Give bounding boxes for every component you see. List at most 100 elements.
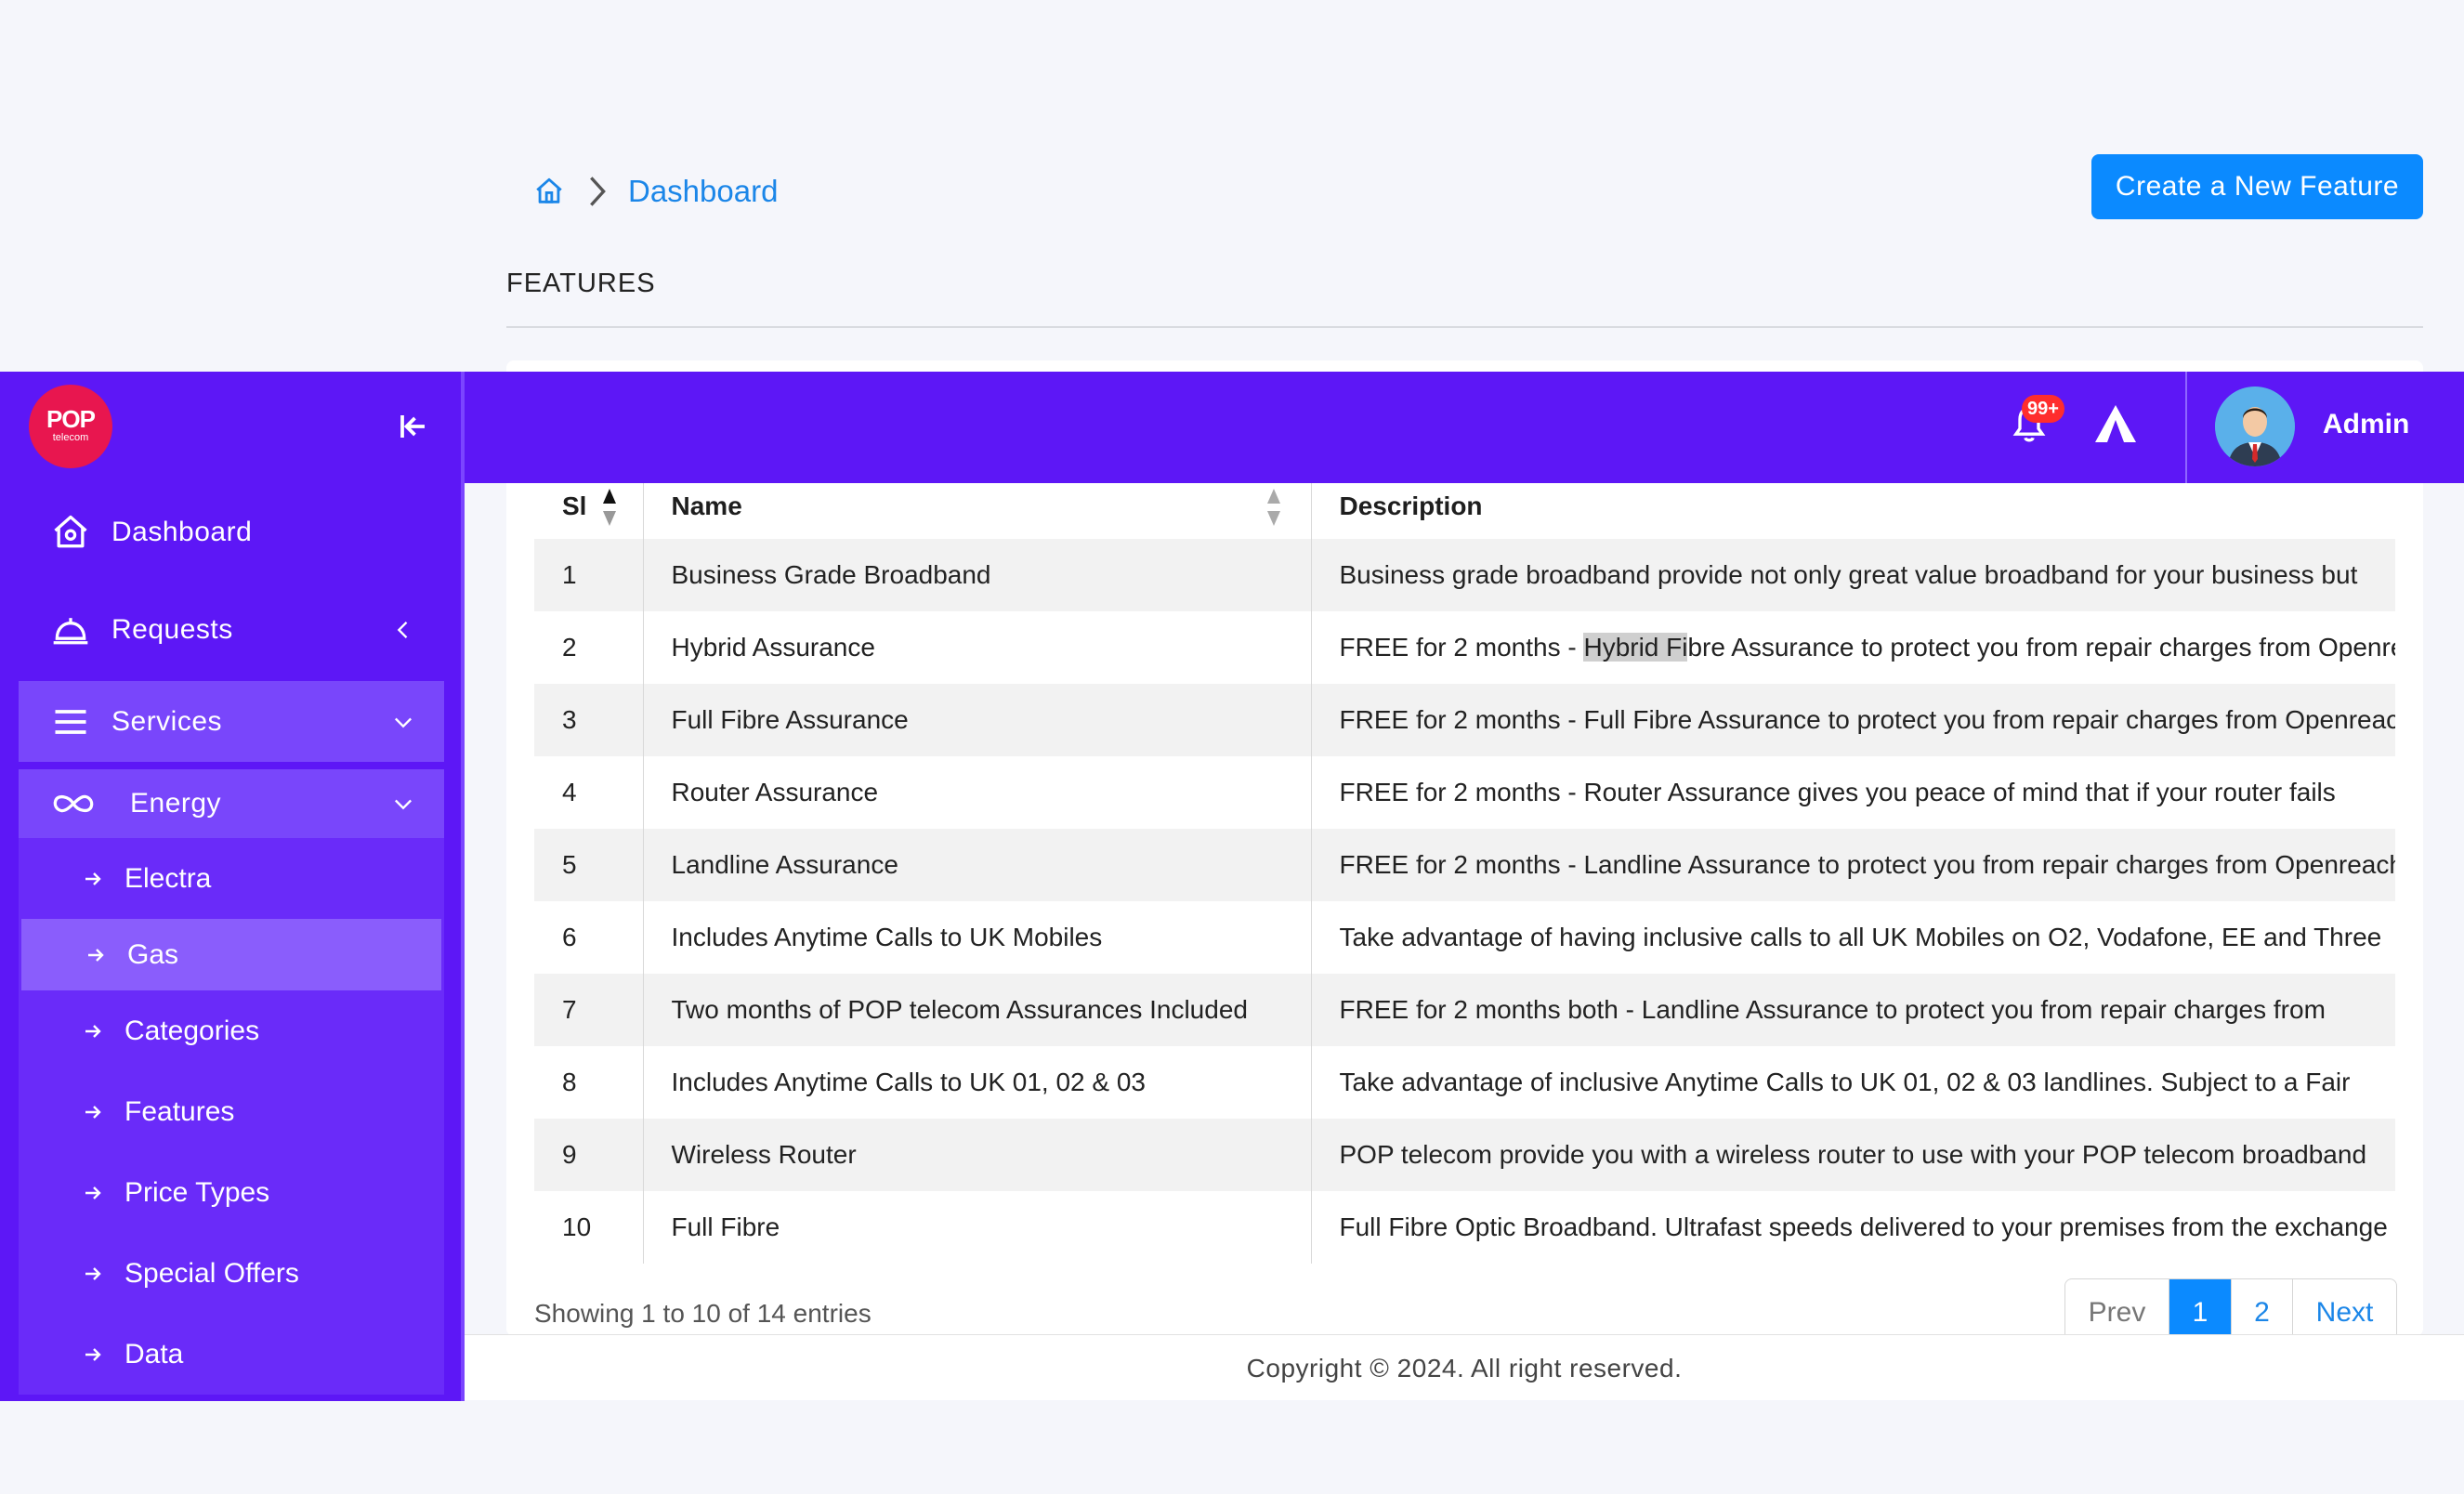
sidebar-item-label: Dashboard (111, 516, 253, 547)
table-row[interactable]: 7 Two months of POP telecom Assurances I… (534, 974, 2395, 1046)
arrow-right-icon (88, 948, 104, 962)
table-row[interactable]: 1 Business Grade Broadband Business grad… (534, 539, 2395, 611)
title-divider (506, 326, 2423, 328)
cell-sl: 9 (534, 1119, 644, 1191)
description-text: bre Assurance to protect you from repair… (1687, 633, 2395, 662)
cell-description: FREE for 2 months - Landline Assurance t… (1339, 850, 2396, 879)
app-logo-icon[interactable] (2093, 401, 2138, 446)
arrow-right-icon (85, 1266, 101, 1280)
cell-sl: 6 (534, 901, 644, 974)
table-row[interactable]: 8 Includes Anytime Calls to UK 01, 02 & … (534, 1046, 2395, 1119)
home-icon[interactable] (533, 176, 565, 207)
cell-sl: 4 (534, 756, 644, 829)
sidebar-subitem-gas[interactable]: Gas (21, 919, 441, 990)
column-header-sl[interactable]: Sl (534, 474, 644, 539)
breadcrumb-dashboard[interactable]: Dashboard (628, 174, 778, 209)
table-row[interactable]: 4 Router Assurance FREE for 2 months - R… (534, 756, 2395, 829)
top-header: POP telecom 99+ Admin (0, 372, 2464, 483)
header-brand: POP telecom (0, 372, 465, 483)
sort-icon[interactable] (601, 487, 618, 528)
cell-sl: 10 (534, 1191, 644, 1264)
cell-description: FREE for 2 months - Hybrid Fibre Assuran… (1311, 611, 2395, 684)
sidebar: Dashboard Requests Services Energy Elect… (0, 483, 465, 1401)
arrow-right-icon (85, 872, 101, 885)
footer: Copyright © 2024. All right reserved. (465, 1334, 2464, 1400)
arrow-right-icon (85, 1347, 101, 1361)
sidebar-subitem-label: Categories (125, 1015, 260, 1046)
sidebar-subitem-features[interactable]: Features (19, 1071, 444, 1152)
table-header-row: Sl Name Description (534, 474, 2395, 539)
cell-description: Take advantage of having inclusive calls… (1339, 923, 2382, 951)
arrow-right-icon (85, 1105, 101, 1119)
cell-sl: 1 (534, 539, 644, 611)
sidebar-item-energy[interactable]: Energy (19, 769, 444, 838)
collapse-sidebar-icon[interactable] (397, 410, 430, 443)
sidebar-item-label: Requests (111, 613, 233, 645)
energy-submenu: Electra Gas Categories Features Price Ty… (19, 838, 444, 1395)
sidebar-subitem-special-offers[interactable]: Special Offers (19, 1233, 444, 1314)
sidebar-item-services[interactable]: Services (19, 681, 444, 762)
table-row[interactable]: 5 Landline Assurance FREE for 2 months -… (534, 829, 2395, 901)
cell-name: Includes Anytime Calls to UK Mobiles (643, 901, 1312, 974)
table-row[interactable]: 2 Hybrid Assurance FREE for 2 months - H… (534, 611, 2395, 684)
cell-name: Two months of POP telecom Assurances Inc… (643, 974, 1312, 1046)
cell-description: FREE for 2 months - Router Assurance giv… (1339, 778, 2336, 806)
table-row[interactable]: 9 Wireless Router POP telecom provide yo… (534, 1119, 2395, 1191)
logo-text: POP (46, 405, 96, 433)
sidebar-subitem-electra[interactable]: Electra (19, 838, 444, 919)
column-header-label: Name (671, 491, 742, 520)
infinity-icon (53, 794, 94, 813)
arrow-right-icon (85, 1024, 101, 1038)
sidebar-subitem-label: Special Offers (125, 1257, 299, 1289)
sidebar-item-label: Energy (130, 788, 222, 819)
arrow-right-icon (85, 1186, 101, 1199)
cell-description: Take advantage of inclusive Anytime Call… (1339, 1068, 2351, 1096)
hamburger-icon (55, 709, 86, 734)
cell-name: Includes Anytime Calls to UK 01, 02 & 03 (643, 1046, 1312, 1119)
avatar[interactable] (2215, 387, 2295, 466)
sidebar-item-requests[interactable]: Requests (19, 581, 444, 678)
sidebar-subitem-data[interactable]: Data (19, 1314, 444, 1395)
chevron-down-icon (395, 717, 412, 727)
cell-sl: 8 (534, 1046, 644, 1119)
cell-sl: 5 (534, 829, 644, 901)
sidebar-item-label: Services (111, 705, 223, 737)
table-row[interactable]: 10 Full Fibre Full Fibre Optic Broadband… (534, 1191, 2395, 1264)
cell-name: Router Assurance (643, 756, 1312, 829)
logo-subtext: telecom (52, 432, 89, 443)
sidebar-subitem-categories[interactable]: Categories (19, 990, 444, 1071)
column-header-description: Description (1311, 474, 2395, 539)
table-row[interactable]: 3 Full Fibre Assurance FREE for 2 months… (534, 684, 2395, 756)
cell-description: POP telecom provide you with a wireless … (1339, 1140, 2367, 1169)
cell-description: FREE for 2 months both - Landline Assura… (1339, 995, 2326, 1024)
sidebar-subitem-label: Price Types (125, 1176, 270, 1208)
cell-name: Full Fibre Assurance (643, 684, 1312, 756)
cell-name: Wireless Router (643, 1119, 1312, 1191)
column-header-label: Description (1339, 491, 1483, 520)
page-title: FEATURES (506, 269, 656, 298)
table-row[interactable]: 6 Includes Anytime Calls to UK Mobiles T… (534, 901, 2395, 974)
sidebar-item-dashboard[interactable]: Dashboard (19, 483, 444, 581)
cell-name: Hybrid Assurance (643, 611, 1312, 684)
service-bell-icon (53, 617, 88, 644)
create-feature-button[interactable]: Create a New Feature (2091, 154, 2423, 219)
sidebar-subitem-label: Features (125, 1095, 235, 1127)
entries-summary: Showing 1 to 10 of 14 entries (534, 1299, 872, 1328)
cell-sl: 7 (534, 974, 644, 1046)
features-table-wrapper[interactable]: Sl Name Description 1 Business Grade Bro… (534, 474, 2395, 1264)
sidebar-menu: Dashboard Requests Services Energy Elect… (19, 483, 444, 1395)
cell-name: Landline Assurance (643, 829, 1312, 901)
cell-description: FREE for 2 months - Full Fibre Assurance… (1339, 705, 2396, 734)
user-name[interactable]: Admin (2323, 409, 2409, 440)
description-text: FREE for 2 months - (1339, 633, 1584, 662)
column-header-name[interactable]: Name (643, 474, 1312, 539)
sidebar-subitem-price-types[interactable]: Price Types (19, 1152, 444, 1233)
cell-sl: 2 (534, 611, 644, 684)
sort-icon[interactable] (1265, 487, 1282, 528)
brand-logo[interactable]: POP telecom (29, 385, 112, 468)
header-divider (2185, 372, 2187, 483)
column-header-label: Sl (562, 491, 587, 520)
cell-name: Business Grade Broadband (643, 539, 1312, 611)
cell-description: Business grade broadband provide not onl… (1339, 560, 2358, 589)
cell-name: Full Fibre (643, 1191, 1312, 1264)
